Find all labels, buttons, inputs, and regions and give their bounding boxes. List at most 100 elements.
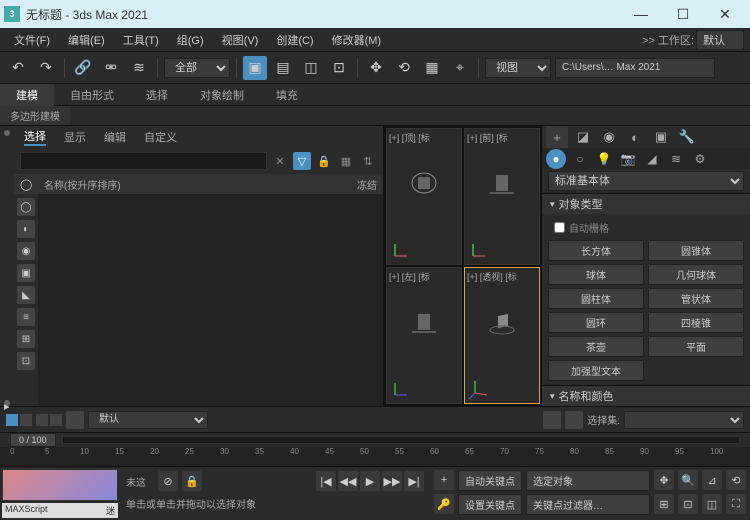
nav-zoom-icon[interactable]: 🔍 — [678, 470, 698, 490]
nav-pan-icon[interactable]: ✥ — [654, 470, 674, 490]
systems-cat-icon[interactable]: ⚙ — [690, 149, 710, 169]
goto-start-button[interactable]: |◀ — [316, 471, 336, 491]
rollout-object-type[interactable]: 对象类型 — [542, 194, 750, 214]
move-button[interactable]: ✥ — [364, 56, 388, 80]
nav-zoom-all-icon[interactable]: ⊞ — [654, 494, 674, 514]
scene-list[interactable] — [38, 194, 383, 406]
category-select[interactable]: 标准基本体 — [548, 171, 744, 191]
filter-helpers-icon[interactable]: ◣ — [17, 286, 35, 304]
modify-tab[interactable]: ◪ — [572, 126, 594, 148]
isolate-icon[interactable]: ⊘ — [158, 471, 178, 491]
autogrid-checkbox[interactable]: 自动栅格 — [548, 218, 744, 237]
scene-tab-custom[interactable]: 自定义 — [144, 129, 177, 145]
subribbon-polymodel[interactable]: 多边形建模 — [0, 106, 70, 125]
window-crossing-button[interactable]: ⊡ — [327, 56, 351, 80]
setkey-button[interactable]: 设置关键点 — [458, 494, 522, 515]
clear-search-icon[interactable]: ✕ — [271, 152, 289, 170]
nav-fov-icon[interactable]: ⊿ — [702, 470, 722, 490]
shapes-cat-icon[interactable]: ○ — [570, 149, 590, 169]
link-button[interactable]: 🔗 — [71, 56, 95, 80]
filter-groups-icon[interactable]: ⊡ — [17, 352, 35, 370]
redo-button[interactable]: ↷ — [34, 56, 58, 80]
layer-icon[interactable] — [66, 411, 84, 429]
menu-edit[interactable]: 编辑(E) — [60, 30, 113, 50]
utilities-tab[interactable]: 🔧 — [676, 126, 698, 148]
spacewarps-cat-icon[interactable]: ≋ — [666, 149, 686, 169]
cylinder-button[interactable]: 圆柱体 — [548, 288, 644, 309]
teapot-button[interactable]: 茶壶 — [548, 336, 644, 357]
play-button[interactable]: ▶ — [360, 471, 380, 491]
scene-search-input[interactable] — [20, 152, 267, 170]
ref-coord-select[interactable]: 视图 — [485, 58, 551, 78]
filter-spacewarps-icon[interactable]: ≡ — [17, 308, 35, 326]
menu-modifiers[interactable]: 修改器(M) — [324, 30, 390, 50]
display-tab[interactable]: ▣ — [650, 126, 672, 148]
textplus-button[interactable]: 加强型文本 — [548, 360, 644, 381]
keyfilter-button[interactable]: 关键点过滤器… — [526, 494, 650, 515]
menu-group[interactable]: 组(G) — [169, 30, 212, 50]
pyramid-button[interactable]: 四棱锥 — [648, 312, 744, 333]
motion-tab[interactable]: ◐ — [624, 126, 646, 148]
select-by-name-button[interactable]: ▤ — [271, 56, 295, 80]
nav-orbit-icon[interactable]: ⟲ — [726, 470, 746, 490]
frame-indicator[interactable]: 0 / 100 — [10, 433, 56, 447]
minimize-button[interactable]: — — [620, 0, 662, 28]
menu-create[interactable]: 创建(C) — [268, 30, 321, 50]
workspace-select[interactable]: 默认 — [696, 30, 744, 50]
ribbon-tab-modeling[interactable]: 建模 — [0, 84, 54, 106]
filter-geometry-icon[interactable]: ◯ — [17, 198, 35, 216]
ribbon-tab-selection[interactable]: 选择 — [130, 84, 184, 106]
tube-button[interactable]: 管状体 — [648, 288, 744, 309]
nav-region-icon[interactable]: ◫ — [702, 494, 722, 514]
filter-bone-icon[interactable]: ⊞ — [17, 330, 35, 348]
rect-region-button[interactable]: ◫ — [299, 56, 323, 80]
viewport-top[interactable]: [+] [顶] [标 — [386, 128, 462, 265]
strip-expand[interactable]: ▸ — [4, 400, 10, 406]
viewport-layout-icon-2[interactable] — [36, 414, 62, 426]
menu-view[interactable]: 视图(V) — [214, 30, 267, 50]
ribbon-tab-objectpaint[interactable]: 对象绘制 — [184, 84, 260, 106]
geometry-cat-icon[interactable]: ● — [546, 149, 566, 169]
bind-space-warp-button[interactable]: ≋ — [127, 56, 151, 80]
nav-max-icon[interactable]: ⛶ — [726, 494, 746, 514]
menu-file[interactable]: 文件(F) — [6, 30, 58, 50]
layer-select[interactable]: 默认 — [88, 411, 208, 429]
select-object-button[interactable]: ▣ — [243, 56, 267, 80]
material-thumb[interactable] — [2, 469, 118, 501]
ribbon-tab-populate[interactable]: 填充 — [260, 84, 314, 106]
unlink-button[interactable]: ⚮ — [99, 56, 123, 80]
prev-frame-button[interactable]: ◀◀ — [338, 471, 358, 491]
selected-button[interactable]: 选定对象 — [526, 470, 650, 491]
scale-button[interactable]: ▦ — [420, 56, 444, 80]
time-ruler[interactable]: 0510152025303540455055606570758085909510… — [0, 447, 750, 466]
rollout-name-color[interactable]: 名称和颜色 — [542, 386, 750, 406]
scene-tab-select[interactable]: 选择 — [24, 128, 46, 146]
plane-button[interactable]: 平面 — [648, 336, 744, 357]
geosphere-button[interactable]: 几何球体 — [648, 264, 744, 285]
torus-button[interactable]: 圆环 — [548, 312, 644, 333]
box-button[interactable]: 长方体 — [548, 240, 644, 261]
project-path-field[interactable] — [555, 58, 715, 78]
goto-end-button[interactable]: ▶| — [404, 471, 424, 491]
cameras-cat-icon[interactable]: 📷 — [618, 149, 638, 169]
next-frame-button[interactable]: ▶▶ — [382, 471, 402, 491]
viewport-front[interactable]: [+] [前] [标 — [464, 128, 540, 265]
hierarchy-tab[interactable]: ◉ — [598, 126, 620, 148]
time-slider[interactable] — [62, 436, 740, 444]
key-mode-icon[interactable]: + — [434, 470, 454, 490]
selection-filter[interactable]: 全部 — [164, 58, 230, 78]
filter-shapes-icon[interactable]: ◐ — [17, 220, 35, 238]
close-button[interactable]: ✕ — [704, 0, 746, 28]
scene-col-frozen[interactable]: 冻结 — [357, 177, 377, 192]
nav-zoom-ext-icon[interactable]: ⊡ — [678, 494, 698, 514]
lock-icon[interactable]: 🔒 — [315, 152, 333, 170]
scene-tab-edit[interactable]: 编辑 — [104, 129, 126, 145]
maximize-button[interactable]: ☐ — [662, 0, 704, 28]
autokey-button[interactable]: 自动关键点 — [458, 470, 522, 491]
maxscript-listener[interactable]: MAXScript迷 — [2, 503, 118, 518]
sort-icon[interactable]: ⇅ — [359, 152, 377, 170]
filter-lights-icon[interactable]: ◉ — [17, 242, 35, 260]
scene-tab-display[interactable]: 显示 — [64, 129, 86, 145]
filter-cameras-icon[interactable]: ▣ — [17, 264, 35, 282]
viewport-left[interactable]: [+] [左] [标 — [386, 267, 462, 404]
